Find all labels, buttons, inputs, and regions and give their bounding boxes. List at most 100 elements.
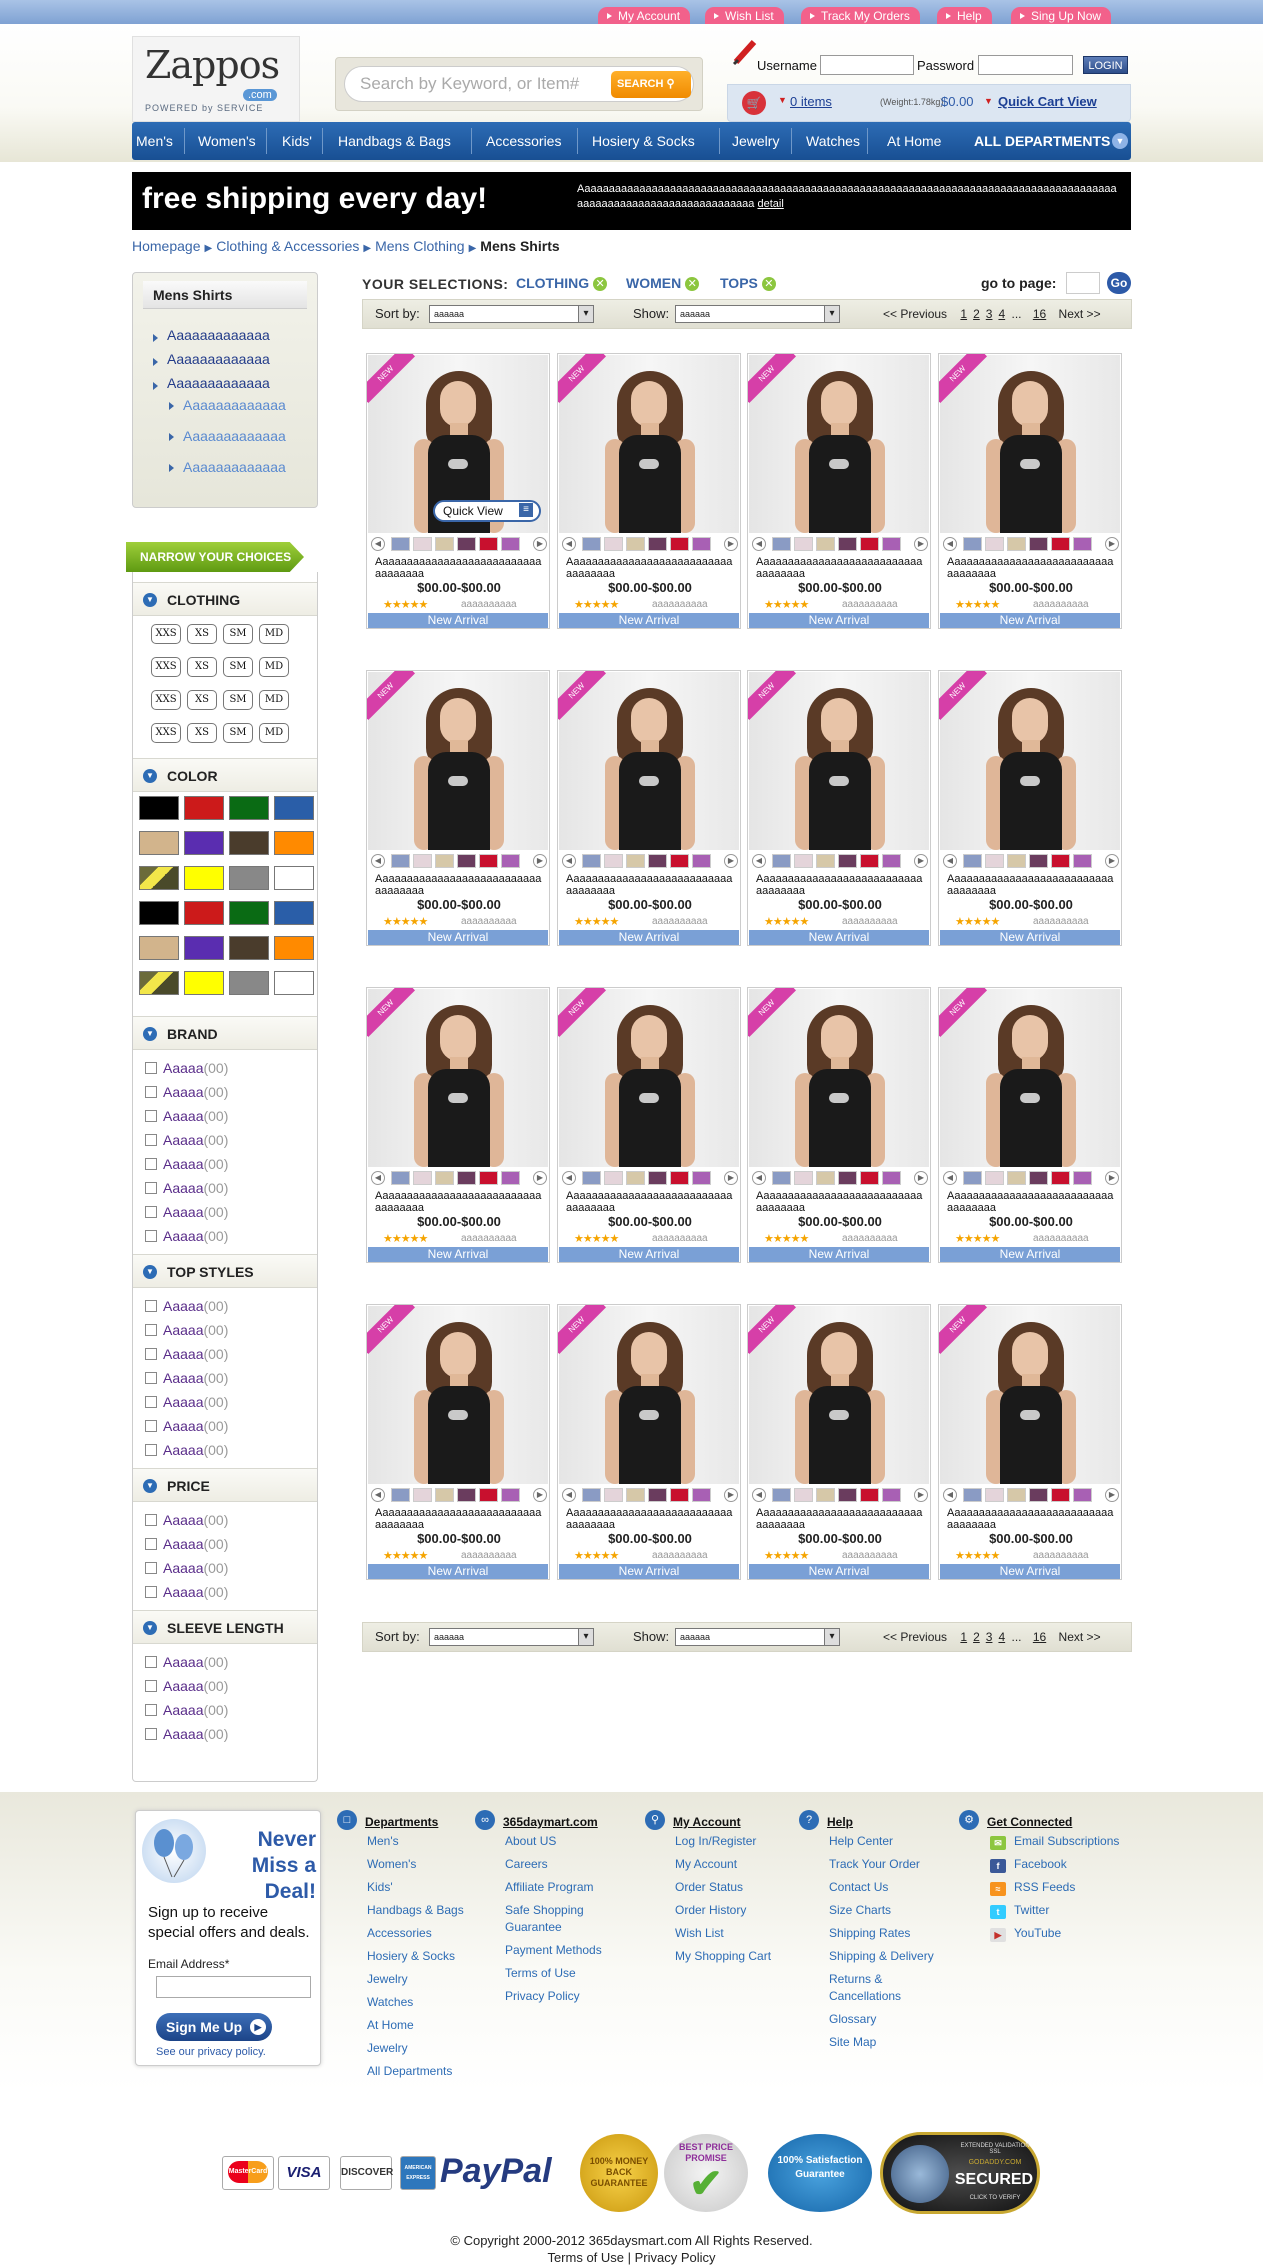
product-color-swatch[interactable] <box>1073 1171 1092 1185</box>
product-color-swatch[interactable] <box>670 1488 689 1502</box>
page-link[interactable]: 3 <box>986 307 993 321</box>
nav-all-departments[interactable]: ALL DEPARTMENTS <box>974 122 1110 160</box>
product-color-swatch[interactable] <box>391 537 410 551</box>
size-option-button[interactable]: XXS <box>151 657 181 677</box>
product-name[interactable]: Aaaaaaaaaaaaaaaaaaaaaaaaaaaaaaaaaaa <box>947 873 1117 897</box>
arrow-left-icon[interactable]: ◀ <box>371 854 385 868</box>
footer-link[interactable]: Track Your Order <box>829 1857 920 1871</box>
arrow-left-icon[interactable]: ◀ <box>943 854 957 868</box>
arrow-left-icon[interactable]: ◀ <box>943 1171 957 1185</box>
product-color-swatch[interactable] <box>501 1171 520 1185</box>
product-image[interactable] <box>368 672 548 850</box>
next-page-link[interactable]: Next >> <box>1059 1630 1101 1644</box>
nav-kids[interactable]: Kids' <box>282 122 312 160</box>
product-image[interactable] <box>749 672 929 850</box>
product-color-swatch[interactable] <box>457 854 476 868</box>
footer-link[interactable]: Cancellations <box>829 1989 901 2003</box>
filter-top-styles-header[interactable]: ▼ TOP STYLES <box>133 1254 317 1288</box>
product-name[interactable]: Aaaaaaaaaaaaaaaaaaaaaaaaaaaaaaaaaaa <box>375 1507 545 1531</box>
nav-handbags[interactable]: Handbags & Bags <box>338 122 451 160</box>
footer-link[interactable]: Watches <box>367 1995 413 2009</box>
footer-link[interactable]: Help Center <box>829 1834 893 1848</box>
arrow-right-icon[interactable]: ▶ <box>533 854 547 868</box>
review-text[interactable]: aaaaaaaaaa <box>842 916 898 927</box>
page-number-input[interactable] <box>1066 272 1100 294</box>
color-swatch[interactable] <box>139 796 179 820</box>
checkbox[interactable] <box>145 1656 157 1668</box>
page-link[interactable]: 16 <box>1033 1630 1046 1644</box>
size-option-button[interactable]: XXS <box>151 690 181 710</box>
footer-link[interactable]: Shipping Rates <box>829 1926 910 1940</box>
product-card[interactable]: NEW ◀ ▶ Aaaaaaaaaaaaaaaaaaaaaaaaaaaaaaaaaaa… <box>938 353 1122 629</box>
product-color-swatch[interactable] <box>860 1488 879 1502</box>
product-card[interactable]: NEW ◀ ▶ Aaaaaaaaaaaaaaaaaaaaaaaaaaaaaaaaaaa… <box>366 1304 550 1580</box>
checkbox[interactable] <box>145 1062 157 1074</box>
page-link[interactable]: 1 <box>960 307 967 321</box>
page-link[interactable]: 16 <box>1033 307 1046 321</box>
review-text[interactable]: aaaaaaaaaa <box>461 1550 517 1561</box>
product-name[interactable]: Aaaaaaaaaaaaaaaaaaaaaaaaaaaaaaaaaaa <box>756 1190 926 1214</box>
size-option-button[interactable]: SM <box>223 657 253 677</box>
arrow-left-icon[interactable]: ◀ <box>752 1171 766 1185</box>
product-color-swatch[interactable] <box>626 854 645 868</box>
product-card[interactable]: NEW ◀ ▶ Aaaaaaaaaaaaaaaaaaaaaaaaaaaaaaaaaaa… <box>557 670 741 946</box>
product-color-swatch[interactable] <box>772 1488 791 1502</box>
arrow-right-icon[interactable]: ▶ <box>1105 1171 1119 1185</box>
arrow-left-icon[interactable]: ◀ <box>752 854 766 868</box>
product-name[interactable]: Aaaaaaaaaaaaaaaaaaaaaaaaaaaaaaaaaaa <box>756 556 926 580</box>
review-text[interactable]: aaaaaaaaaa <box>461 599 517 610</box>
product-color-swatch[interactable] <box>860 537 879 551</box>
product-color-swatch[interactable] <box>1007 854 1026 868</box>
banner-detail-link[interactable]: detail <box>757 198 783 210</box>
review-text[interactable]: aaaaaaaaaa <box>1033 599 1089 610</box>
color-swatch[interactable] <box>274 936 314 960</box>
product-color-swatch[interactable] <box>963 854 982 868</box>
product-color-swatch[interactable] <box>1029 854 1048 868</box>
color-swatch[interactable] <box>229 866 269 890</box>
product-color-swatch[interactable] <box>670 1171 689 1185</box>
product-card[interactable]: NEW ◀ ▶ Aaaaaaaaaaaaaaaaaaaaaaaaaaaaaaaaaaa… <box>747 353 931 629</box>
track-orders-link[interactable]: Track My Orders <box>801 7 920 25</box>
arrow-right-icon[interactable]: ▶ <box>914 1488 928 1502</box>
size-option-button[interactable]: XS <box>187 624 217 644</box>
cart-items[interactable]: 0 items <box>790 94 832 109</box>
footer-link[interactable]: All Departments <box>367 2064 452 2078</box>
product-color-swatch[interactable] <box>860 854 879 868</box>
footer-link[interactable]: Order History <box>675 1903 746 1917</box>
product-color-swatch[interactable] <box>1029 1488 1048 1502</box>
color-swatch[interactable] <box>274 901 314 925</box>
product-color-swatch[interactable] <box>794 1171 813 1185</box>
product-color-swatch[interactable] <box>670 854 689 868</box>
filter-color-header[interactable]: ▼ COLOR <box>133 758 317 792</box>
color-swatch[interactable] <box>184 971 224 995</box>
prev-page-link[interactable]: << Previous <box>883 1630 947 1644</box>
filter-option[interactable]: Aaaaa(00) <box>145 1418 228 1434</box>
product-card[interactable]: NEW ◀ ▶ Aaaaaaaaaaaaaaaaaaaaaaaaaaaaaaaaaaa… <box>747 1304 931 1580</box>
subcategory-link[interactable]: Aaaaaaaaaaaaa <box>183 397 286 413</box>
product-name[interactable]: Aaaaaaaaaaaaaaaaaaaaaaaaaaaaaaaaaaa <box>566 873 736 897</box>
footer-link[interactable]: Hosiery & Socks <box>367 1949 455 1963</box>
product-color-swatch[interactable] <box>648 854 667 868</box>
page-link[interactable]: 2 <box>973 1630 980 1644</box>
nav-hosiery[interactable]: Hosiery & Socks <box>592 122 695 160</box>
product-color-swatch[interactable] <box>882 537 901 551</box>
filter-option[interactable]: Aaaaa(00) <box>145 1654 228 1670</box>
product-name[interactable]: Aaaaaaaaaaaaaaaaaaaaaaaaaaaaaaaaaaa <box>375 873 545 897</box>
product-color-swatch[interactable] <box>816 537 835 551</box>
filter-option[interactable]: Aaaaa(00) <box>145 1298 228 1314</box>
product-color-swatch[interactable] <box>838 854 857 868</box>
arrow-left-icon[interactable]: ◀ <box>752 537 766 551</box>
arrow-left-icon[interactable]: ◀ <box>562 1488 576 1502</box>
product-color-swatch[interactable] <box>794 854 813 868</box>
category-link[interactable]: Aaaaaaaaaaaaa <box>167 375 270 391</box>
product-color-swatch[interactable] <box>838 1171 857 1185</box>
footer-link[interactable]: Affiliate Program <box>505 1880 593 1894</box>
nav-accessories[interactable]: Accessories <box>486 122 561 160</box>
filter-brand-header[interactable]: ▼ BRAND <box>133 1016 317 1050</box>
footer-link[interactable]: Guarantee <box>505 1920 562 1934</box>
cart-icon[interactable]: 🛒 <box>742 91 766 115</box>
arrow-right-icon[interactable]: ▶ <box>724 1488 738 1502</box>
product-card[interactable]: NEW ◀ ▶ Aaaaaaaaaaaaaaaaaaaaaaaaaaaaaaaaaaa… <box>938 670 1122 946</box>
arrow-left-icon[interactable]: ◀ <box>943 1488 957 1502</box>
arrow-left-icon[interactable]: ◀ <box>371 1488 385 1502</box>
